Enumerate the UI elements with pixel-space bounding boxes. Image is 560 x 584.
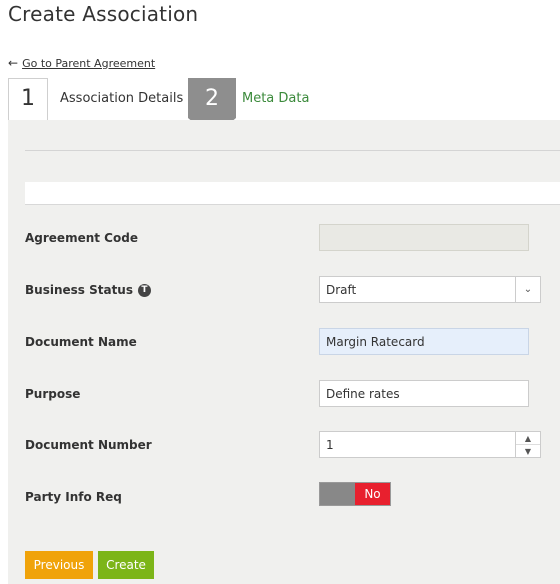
document-number-stepper[interactable]: 1 ▲ ▼: [319, 431, 541, 458]
business-status-select[interactable]: Draft ⌄: [319, 276, 541, 303]
party-info-req-label: Party Info Req: [25, 490, 122, 504]
divider: [25, 150, 560, 151]
step-2-label[interactable]: Meta Data: [242, 91, 309, 106]
step-2-number: 2: [205, 86, 219, 111]
create-button[interactable]: Create: [98, 551, 154, 579]
purpose-field[interactable]: Define rates: [319, 380, 529, 407]
toggle-off-side: [320, 483, 355, 505]
document-number-value: 1: [326, 438, 334, 452]
go-to-parent-agreement-link[interactable]: ← Go to Parent Agreement: [8, 56, 155, 70]
wizard-steps: 1 Association Details 2 Meta Data: [8, 78, 560, 139]
document-number-label: Document Number: [25, 438, 152, 452]
number-spinner[interactable]: ▲ ▼: [515, 432, 540, 457]
purpose-label: Purpose: [25, 387, 81, 401]
previous-button[interactable]: Previous: [25, 551, 93, 579]
party-info-req-toggle[interactable]: No: [319, 482, 391, 506]
business-status-label: Business Status T: [25, 283, 151, 297]
chevron-up-icon[interactable]: ▲: [516, 432, 540, 445]
agreement-code-field[interactable]: [319, 224, 529, 251]
document-name-label: Document Name: [25, 335, 137, 349]
section-header-strip: [25, 182, 560, 205]
toggle-no-label: No: [355, 483, 390, 505]
chevron-down-icon: ⌄: [515, 277, 540, 302]
back-link-label: Go to Parent Agreement: [22, 56, 156, 70]
info-icon[interactable]: T: [138, 283, 151, 297]
chevron-down-icon[interactable]: ▼: [516, 445, 540, 457]
page-title: Create Association: [8, 2, 199, 26]
arrow-left-icon: ←: [8, 56, 19, 70]
business-status-value: Draft: [326, 283, 357, 297]
step-1-label: Association Details: [60, 91, 184, 106]
step-1-number: 1: [21, 86, 35, 111]
document-name-field[interactable]: Margin Ratecard: [319, 328, 529, 355]
agreement-code-label: Agreement Code: [25, 231, 138, 245]
form-panel: Agreement Code Business Status T Draft ⌄…: [8, 120, 560, 584]
